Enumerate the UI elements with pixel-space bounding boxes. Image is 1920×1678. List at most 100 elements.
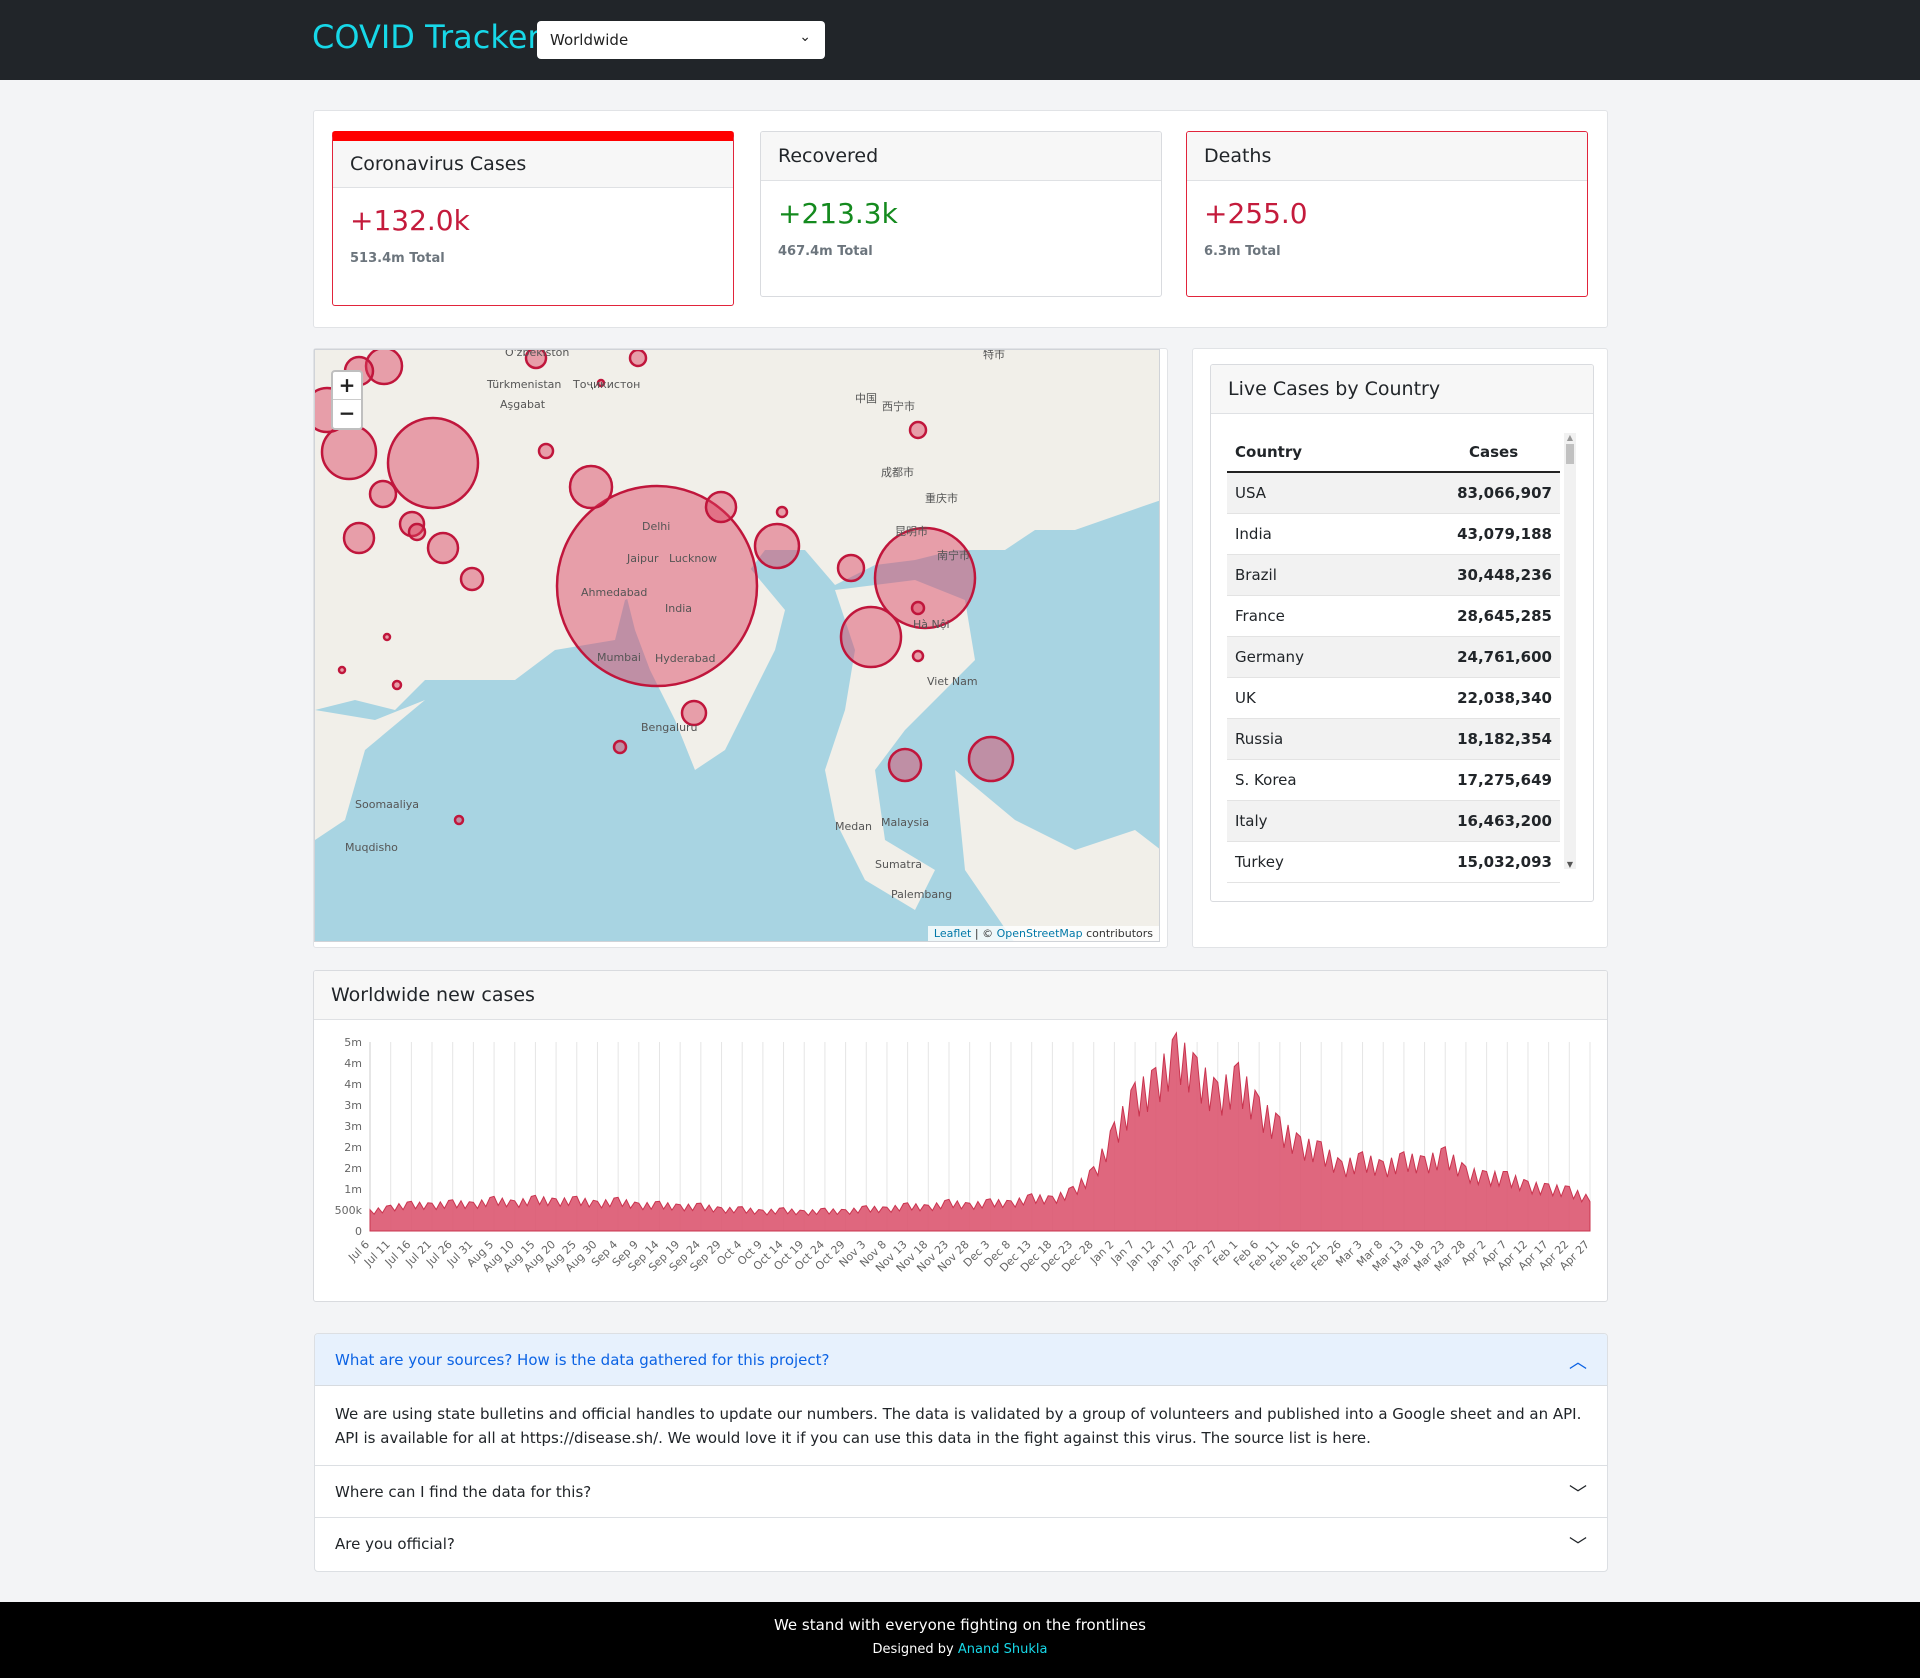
faq-question-official[interactable]: Are you official? ﹀ <box>315 1518 1607 1570</box>
footer-credit: Designed by Anand Shukla <box>0 1642 1920 1657</box>
zoom-in-button[interactable]: + <box>333 372 361 400</box>
cases-cell: 83,066,907 <box>1457 484 1552 502</box>
stat-card-recovered[interactable]: Recovered +213.3k 467.4m Total <box>760 131 1162 297</box>
live-panel: Live Cases by Country Country Cases USA 8… <box>1192 348 1608 948</box>
region-select-value: Worldwide <box>550 31 629 49</box>
footer: We stand with everyone fighting on the f… <box>0 1602 1920 1678</box>
svg-text:Medan: Medan <box>835 820 872 833</box>
y-tick-label: 500k <box>335 1204 363 1217</box>
svg-text:西宁市: 西宁市 <box>882 399 915 413</box>
faq-question-data[interactable]: Where can I find the data for this? ﹀ <box>315 1466 1607 1518</box>
author-link[interactable]: Anand Shukla <box>958 1642 1048 1657</box>
cases-cell: 43,079,188 <box>1457 525 1552 543</box>
region-select[interactable]: Worldwide ⌄ <box>537 21 825 59</box>
y-tick-label: 4m <box>344 1057 362 1070</box>
live-table: Country Cases USA 83,066,907 India 43,079,1… <box>1227 433 1560 883</box>
map-attribution: Leaflet | © OpenStreetMap contributors <box>927 926 1159 941</box>
svg-text:Lucknow: Lucknow <box>669 552 717 565</box>
brand-title[interactable]: COVID Tracker <box>312 18 541 56</box>
live-table-body: USA 83,066,907 India 43,079,188 Brazil 30,448… <box>1227 473 1560 883</box>
stat-cases-total: 513.4m Total <box>350 251 445 266</box>
live-title: Live Cases by Country <box>1211 365 1593 414</box>
svg-text:Mumbai: Mumbai <box>597 651 641 664</box>
table-row[interactable]: S. Korea 17,275,649 <box>1227 760 1560 801</box>
y-tick-label: 3m <box>344 1120 362 1133</box>
chevron-down-icon: ﹀ <box>1569 1484 1587 1505</box>
country-cell: S. Korea <box>1235 771 1297 789</box>
table-row[interactable]: Brazil 30,448,236 <box>1227 555 1560 596</box>
svg-text:Тоҷикистон: Тоҷикистон <box>572 378 640 391</box>
svg-text:Viet Nam: Viet Nam <box>927 675 978 688</box>
scroll-thumb[interactable] <box>1566 444 1574 464</box>
svg-text:India: India <box>665 602 692 615</box>
land-africa <box>315 700 425 840</box>
table-row[interactable]: Russia 18,182,354 <box>1227 719 1560 760</box>
stat-card-cases[interactable]: Coronavirus Cases +132.0k 513.4m Total <box>332 131 734 306</box>
scroll-down-icon[interactable]: ▼ <box>1564 860 1576 869</box>
col-country: Country <box>1235 443 1303 461</box>
new-cases-area <box>369 1031 1591 1232</box>
svg-text:成都市: 成都市 <box>881 465 914 479</box>
svg-text:Delhi: Delhi <box>642 520 670 533</box>
svg-text:Ahmedabad: Ahmedabad <box>581 586 647 599</box>
faq-accordion: What are your sources? How is the data g… <box>314 1333 1608 1572</box>
stat-cases-value: +132.0k <box>350 204 470 237</box>
svg-text:中国: 中国 <box>855 392 877 405</box>
svg-text:Hà Nội: Hà Nội <box>913 618 950 631</box>
cases-cell: 17,275,649 <box>1457 771 1552 789</box>
stat-deaths-total: 6.3m Total <box>1204 244 1281 259</box>
country-cell: Russia <box>1235 730 1284 748</box>
leaflet-link[interactable]: Leaflet <box>934 927 971 940</box>
svg-text:特市: 特市 <box>983 350 1005 361</box>
country-cell: Italy <box>1235 812 1268 830</box>
stat-cases-title: Coronavirus Cases <box>333 141 733 188</box>
cases-cell: 18,182,354 <box>1457 730 1552 748</box>
y-tick-label: 4m <box>344 1078 362 1091</box>
svg-text:Soomaaliya: Soomaaliya <box>355 798 419 811</box>
faq-question-text: What are your sources? How is the data g… <box>335 1350 830 1369</box>
stat-card-deaths[interactable]: Deaths +255.0 6.3m Total <box>1186 131 1588 297</box>
chevron-down-icon: ⌄ <box>799 29 811 45</box>
svg-text:昆明市: 昆明市 <box>895 524 928 538</box>
svg-text:南宁市: 南宁市 <box>937 548 970 562</box>
zoom-out-button[interactable]: − <box>333 400 361 428</box>
table-row[interactable]: Germany 24,761,600 <box>1227 637 1560 678</box>
table-row[interactable]: Italy 16,463,200 <box>1227 801 1560 842</box>
faq-question-sources[interactable]: What are your sources? How is the data g… <box>315 1334 1607 1386</box>
country-cell: USA <box>1235 484 1267 502</box>
stat-recovered-value: +213.3k <box>778 197 898 230</box>
svg-text:Hyderabad: Hyderabad <box>655 652 716 665</box>
country-cell: Germany <box>1235 648 1304 666</box>
new-cases-chart: 0500k1m2m2m3m3m4m4m5mJul 6Jul 11Jul 16Ju… <box>335 1031 1592 1275</box>
chart-card: Worldwide new cases 0 500k 1m 2m 2m 3m 3m 4m 4m 5… <box>313 970 1608 1302</box>
land-sumatra <box>955 770 1159 941</box>
table-row[interactable]: India 43,079,188 <box>1227 514 1560 555</box>
stat-recovered-total: 467.4m Total <box>778 244 873 259</box>
svg-text:Muqdisho: Muqdisho <box>345 841 398 854</box>
chevron-up-icon: ︿ <box>1569 1352 1587 1373</box>
live-card: Live Cases by Country Country Cases USA 8… <box>1210 364 1594 902</box>
stat-deaths-value: +255.0 <box>1204 197 1308 230</box>
y-tick-label: 5m <box>344 1036 362 1049</box>
faq-question-text: Where can I find the data for this? <box>335 1482 592 1501</box>
scroll-up-icon[interactable]: ▲ <box>1564 433 1576 442</box>
osm-link[interactable]: OpenStreetMap <box>997 927 1083 940</box>
table-row[interactable]: UK 22,038,340 <box>1227 678 1560 719</box>
svg-text:Palembang: Palembang <box>891 888 952 901</box>
map-canvas: Türkmenistan Aşgabat Delhi Jaipur Luckno… <box>315 350 1159 941</box>
stats-panel: Coronavirus Cases +132.0k 513.4m Total R… <box>313 110 1608 328</box>
table-row[interactable]: Turkey 15,032,093 <box>1227 842 1560 883</box>
country-cell: UK <box>1235 689 1256 707</box>
chart-title: Worldwide new cases <box>314 971 1607 1020</box>
country-cell: Turkey <box>1235 853 1284 871</box>
map[interactable]: Türkmenistan Aşgabat Delhi Jaipur Luckno… <box>314 349 1160 942</box>
attribution-sep: | © <box>971 927 997 940</box>
svg-text:Bengaluru: Bengaluru <box>641 721 698 734</box>
stat-recovered-title: Recovered <box>761 132 1161 181</box>
col-cases: Cases <box>1469 443 1519 461</box>
cases-cell: 24,761,600 <box>1457 648 1552 666</box>
table-row[interactable]: France 28,645,285 <box>1227 596 1560 637</box>
table-row[interactable]: USA 83,066,907 <box>1227 473 1560 514</box>
stat-deaths-title: Deaths <box>1187 132 1587 181</box>
table-scrollbar[interactable]: ▲ ▼ <box>1564 433 1576 869</box>
